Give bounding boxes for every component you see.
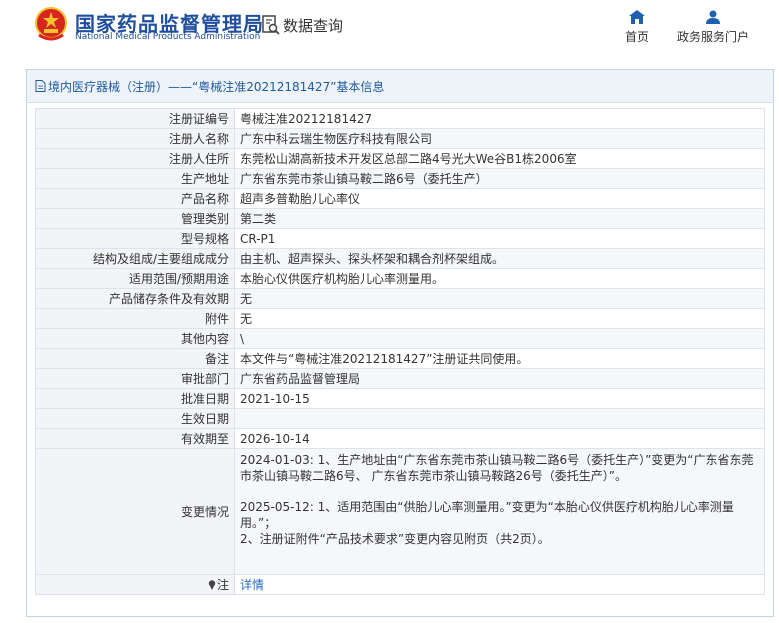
field-value: 2026-10-14: [234, 428, 765, 449]
field-value: \: [234, 328, 765, 349]
registration-info-table: 注册证编号 粤械注准20212181427 注册人名称 广东中科云瑞生物医疗科技…: [35, 108, 765, 595]
data-query-label: 数据查询: [283, 16, 344, 35]
field-label: 结构及组成/主要组成成分: [35, 248, 235, 269]
change-text: 2、注册证附件“产品技术要求”变更内容见附页（共2页）。: [240, 532, 550, 546]
nav-service-portal[interactable]: 政务服务门户: [673, 10, 753, 48]
table-row: 型号规格 CR-P1: [35, 228, 765, 249]
field-label: 审批部门: [35, 368, 235, 389]
field-label: 注册证编号: [35, 108, 235, 129]
field-value: 广东省东莞市茶山镇马鞍二路6号（委托生产）: [234, 168, 765, 189]
field-value: 由主机、超声探头、探头杯架和耦合剂杯架组成。: [234, 248, 765, 269]
home-icon: [629, 10, 645, 24]
change-text: 2025-05-12: 1、适用范围由“供胎儿心率测量用。”变更为“本胎心仪供医…: [240, 500, 734, 530]
table-row: 生产地址 广东省东莞市茶山镇马鞍二路6号（委托生产）: [35, 168, 765, 189]
field-label: 备注: [35, 348, 235, 369]
nav-home-label: 首页: [624, 30, 649, 44]
field-value: 广东省药品监督管理局: [234, 368, 765, 389]
document-icon: [35, 80, 46, 92]
detail-link[interactable]: 详情: [240, 578, 264, 592]
nav-home[interactable]: 首页: [615, 10, 659, 48]
table-row: 结构及组成/主要组成成分 由主机、超声探头、探头杯架和耦合剂杯架组成。: [35, 248, 765, 269]
table-row: 注 详情: [35, 574, 765, 595]
field-value: 第二类: [234, 208, 765, 229]
field-label: 其他内容: [35, 328, 235, 349]
field-value: 广东中科云瑞生物医疗科技有限公司: [234, 128, 765, 149]
table-row: 附件 无: [35, 308, 765, 329]
data-query-link[interactable]: 数据查询: [262, 14, 343, 36]
pin-icon: [208, 579, 216, 590]
panel-title: 境内医疗器械（注册）——“粤械注准20212181427”基本信息: [48, 79, 385, 94]
field-label: 注册人名称: [35, 128, 235, 149]
note-label-cell: 注: [35, 574, 235, 595]
table-row: 审批部门 广东省药品监督管理局: [35, 368, 765, 389]
site-header: 国家药品监督管理局 National Medical Products Admi…: [0, 0, 779, 60]
field-label: 生效日期: [35, 408, 235, 429]
field-label: 生产地址: [35, 168, 235, 189]
field-label: 注册人住所: [35, 148, 235, 169]
panel-title-bar: 境内医疗器械（注册）——“粤械注准20212181427”基本信息: [27, 70, 773, 103]
field-value: 本胎心仪供医疗机构胎儿心率测量用。: [234, 268, 765, 289]
field-value: 超声多普勒胎儿心率仪: [234, 188, 765, 209]
field-value: 粤械注准20212181427: [234, 108, 765, 129]
field-label: 附件: [35, 308, 235, 329]
site-name-en: National Medical Products Administration: [75, 32, 261, 42]
table-row: 产品名称 超声多普勒胎儿心率仪: [35, 188, 765, 209]
field-label: 管理类别: [35, 208, 235, 229]
field-value: 东莞松山湖高新技术开发区总部二路4号光大We谷B1栋2006室: [234, 148, 765, 169]
field-value: 无: [234, 308, 765, 329]
field-label: 批准日期: [35, 388, 235, 409]
table-row: 产品储存条件及有效期 无: [35, 288, 765, 309]
national-emblem-icon: [35, 7, 67, 41]
user-icon: [706, 10, 720, 24]
table-row: 注册证编号 粤械注准20212181427: [35, 108, 765, 129]
field-value: 无: [234, 288, 765, 309]
field-value: CR-P1: [234, 228, 765, 249]
field-label: 适用范围/预期用途: [35, 268, 235, 289]
table-row: 适用范围/预期用途 本胎心仪供医疗机构胎儿心率测量用。: [35, 268, 765, 289]
table-row: 注册人住所 东莞松山湖高新技术开发区总部二路4号光大We谷B1栋2006室: [35, 148, 765, 169]
field-label: 注: [216, 577, 229, 592]
change-text: 2024-01-03: 1、生产地址由“广东省东莞市茶山镇马鞍二路6号（委托生产…: [240, 453, 754, 483]
change-history: 2024-01-03: 1、生产地址由“广东省东莞市茶山镇马鞍二路6号（委托生产…: [234, 448, 765, 575]
change-entry: 2024-01-03: 1、生产地址由“广东省东莞市茶山镇马鞍二路6号（委托生产…: [240, 452, 759, 484]
field-value: 详情: [234, 574, 765, 595]
field-label: 产品名称: [35, 188, 235, 209]
table-row: 生效日期: [35, 408, 765, 429]
field-value: [234, 408, 765, 429]
table-row: 管理类别 第二类: [35, 208, 765, 229]
document-search-icon: [262, 15, 280, 35]
change-entry: 2025-05-12: 1、适用范围由“供胎儿心率测量用。”变更为“本胎心仪供医…: [240, 499, 759, 547]
field-label: 产品储存条件及有效期: [35, 288, 235, 309]
table-row: 备注 本文件与“粤械注准20212181427”注册证共同使用。: [35, 348, 765, 369]
nav-service-label: 政务服务门户: [676, 30, 749, 44]
field-value: 2021-10-15: [234, 388, 765, 409]
detail-panel: 境内医疗器械（注册）——“粤械注准20212181427”基本信息 注册证编号 …: [26, 69, 774, 617]
table-row-changes: 变更情况 2024-01-03: 1、生产地址由“广东省东莞市茶山镇马鞍二路6号…: [35, 448, 765, 575]
table-row: 其他内容 \: [35, 328, 765, 349]
table-row: 注册人名称 广东中科云瑞生物医疗科技有限公司: [35, 128, 765, 149]
field-label: 变更情况: [35, 448, 235, 575]
table-row: 有效期至 2026-10-14: [35, 428, 765, 449]
field-label: 型号规格: [35, 228, 235, 249]
field-value: 本文件与“粤械注准20212181427”注册证共同使用。: [234, 348, 765, 369]
field-label: 有效期至: [35, 428, 235, 449]
table-row: 批准日期 2021-10-15: [35, 388, 765, 409]
